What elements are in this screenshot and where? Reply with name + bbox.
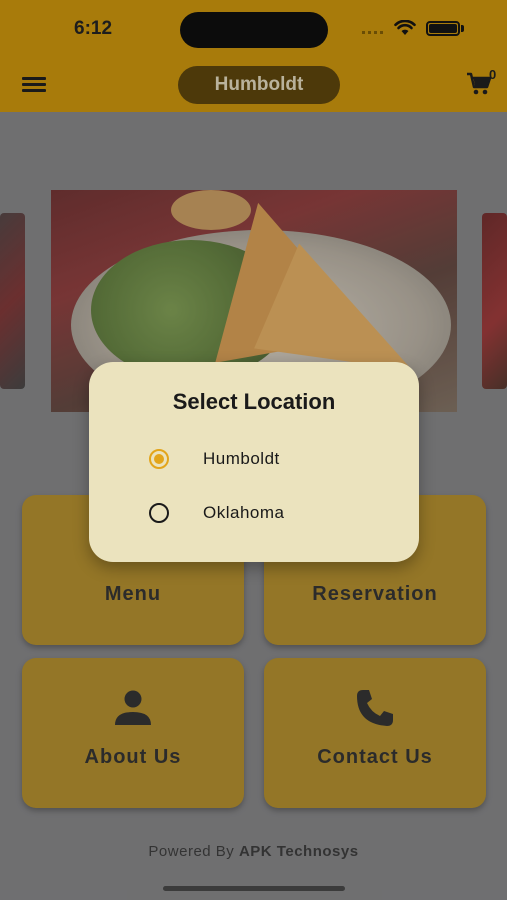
radio-selected-icon[interactable]	[149, 449, 169, 469]
app-header: 6:12 Humboldt 0	[0, 0, 507, 112]
cart-count-badge: 0	[489, 67, 497, 82]
select-location-dialog: Select Location Humboldt Oklahoma	[89, 362, 419, 562]
battery-icon	[426, 21, 460, 36]
radio-unselected-icon[interactable]	[149, 503, 169, 523]
location-option-humboldt[interactable]: Humboldt	[145, 444, 385, 474]
battery-cap	[461, 25, 464, 32]
location-option-label: Oklahoma	[203, 503, 285, 522]
status-time: 6:12	[74, 18, 113, 39]
hamburger-menu-icon[interactable]	[22, 77, 46, 93]
dialog-title: Select Location	[172, 389, 336, 414]
location-button[interactable]: Humboldt	[178, 66, 340, 104]
wifi-icon	[394, 20, 416, 35]
cellular-signal-icon	[362, 31, 384, 34]
location-option-oklahoma[interactable]: Oklahoma	[145, 498, 385, 528]
location-option-label: Humboldt	[203, 449, 280, 468]
dynamic-island	[180, 12, 328, 48]
